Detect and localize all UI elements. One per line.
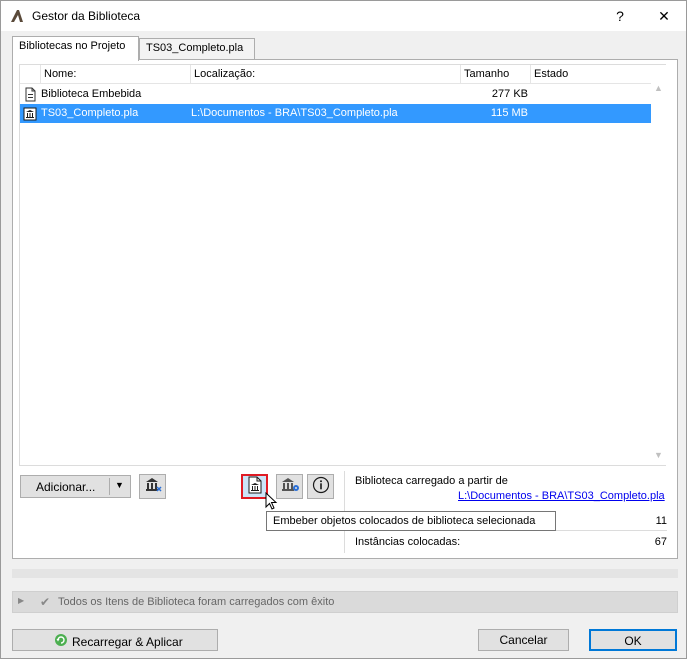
tooltip: Embeber objetos colocados de biblioteca … — [266, 511, 556, 531]
add-button-label: Adicionar... — [36, 480, 96, 494]
embed-objects-button[interactable] — [241, 474, 268, 499]
info-icon — [312, 476, 330, 497]
vertical-scrollbar[interactable]: ▲ ▼ — [651, 65, 666, 465]
expand-triangle-icon[interactable]: ▶ — [18, 596, 24, 605]
refresh-icon — [54, 633, 68, 650]
help-button[interactable]: ? — [597, 1, 643, 31]
placed-instances-label: Instâncias colocadas: — [355, 536, 461, 548]
title-bar: Gestor da Biblioteca ? ✕ — [1, 1, 686, 31]
placed-instances-value: 67 — [654, 536, 667, 548]
library-manager-dialog: Gestor da Biblioteca ? ✕ Bibliotecas no … — [0, 0, 687, 659]
library-building-icon — [144, 477, 162, 496]
column-header-name[interactable]: Nome: — [40, 65, 190, 84]
row-location: L:\Documentos - BRA\TS03_Completo.pla — [191, 107, 398, 119]
add-button-separator — [109, 478, 110, 495]
chevron-down-icon[interactable]: ▼ — [115, 480, 124, 490]
reload-button-label: Recarregar & Aplicar — [72, 634, 183, 649]
scroll-up-arrow-icon[interactable]: ▲ — [651, 83, 666, 98]
object-count-value: 11 — [655, 515, 667, 527]
tab-ts03-completo[interactable]: TS03_Completo.pla — [139, 38, 255, 60]
library-settings-button[interactable] — [276, 474, 303, 499]
library-list[interactable]: Nome: Localização: Tamanho Estado Biblio… — [19, 64, 666, 466]
add-library-button[interactable]: Adicionar... ▼ — [20, 475, 131, 498]
window-title: Gestor da Biblioteca — [32, 9, 141, 23]
scroll-down-arrow-icon[interactable]: ▼ — [651, 450, 666, 465]
table-row[interactable]: Biblioteca Embebida 277 KB — [20, 85, 651, 104]
loaded-from-label: Biblioteca carregado a partir de — [355, 475, 508, 487]
status-message: Todos os Itens de Biblioteca foram carre… — [58, 596, 335, 608]
row-size: 277 KB — [491, 88, 528, 100]
reload-apply-button[interactable]: Recarregar & Aplicar — [12, 629, 218, 651]
column-header-state[interactable]: Estado — [530, 65, 630, 84]
row-name: TS03_Completo.pla — [41, 107, 139, 119]
library-gear-icon — [280, 477, 300, 496]
status-bar: ▶ ✔ Todos os Itens de Biblioteca foram c… — [12, 591, 678, 613]
ok-button[interactable]: OK — [589, 629, 677, 651]
library-remove-button[interactable] — [139, 474, 166, 499]
tab-bibliotecas-no-projeto[interactable]: Bibliotecas no Projeto — [12, 36, 139, 61]
document-icon — [23, 87, 38, 102]
list-column-header: Nome: Localização: Tamanho Estado — [20, 65, 651, 84]
horizontal-scroll-strip — [12, 569, 678, 578]
table-row[interactable]: TS03_Completo.pla L:\Documentos - BRA\TS… — [20, 104, 651, 123]
close-button[interactable]: ✕ — [641, 1, 687, 31]
row-name: Biblioteca Embebida — [41, 88, 142, 100]
checkmark-icon: ✔ — [40, 595, 51, 609]
library-file-icon — [23, 106, 38, 121]
column-header-location[interactable]: Localização: — [190, 65, 460, 84]
archicad-app-icon — [10, 9, 24, 23]
reload-button-content: Recarregar & Aplicar — [54, 633, 183, 650]
row-size: 115 MB — [490, 107, 528, 119]
mouse-cursor-icon — [265, 491, 279, 512]
column-header-size[interactable]: Tamanho — [460, 65, 530, 84]
loaded-from-path-link[interactable]: L:\Documentos - BRA\TS03_Completo.pla — [458, 490, 665, 502]
embed-library-icon — [247, 476, 263, 497]
cancel-button[interactable]: Cancelar — [478, 629, 569, 651]
info-button[interactable] — [307, 474, 334, 499]
